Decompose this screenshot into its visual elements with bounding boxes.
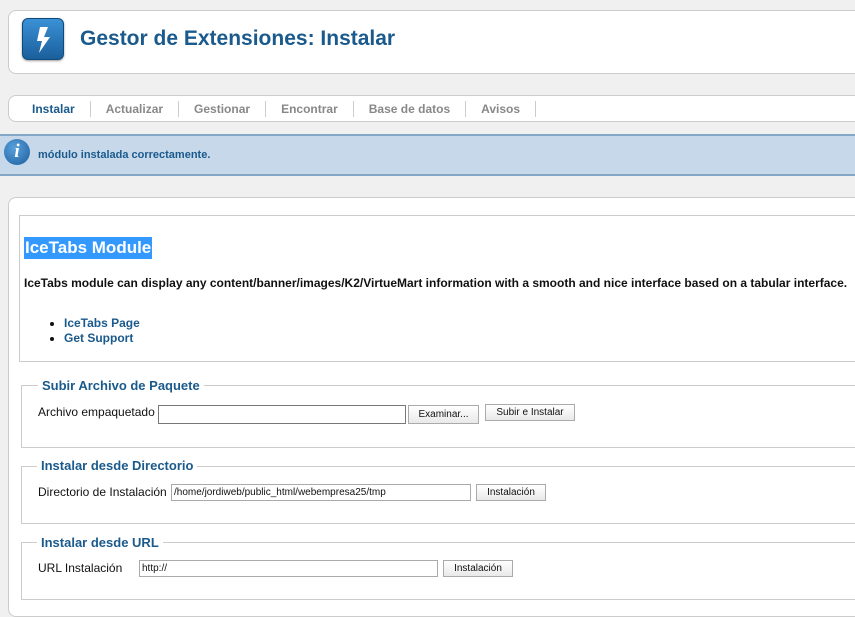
- submenu: Instalar Actualizar Gestionar Encontrar …: [8, 95, 855, 122]
- install-url-button[interactable]: Instalación: [443, 560, 513, 577]
- browse-button[interactable]: Examinar...: [408, 405, 479, 424]
- get-support-link[interactable]: Get Support: [64, 331, 133, 345]
- tab-instalar[interactable]: Instalar: [17, 101, 91, 117]
- page-title: Gestor de Extensiones: Instalar: [80, 27, 396, 50]
- install-url-input[interactable]: [139, 560, 438, 577]
- tab-actualizar[interactable]: Actualizar: [91, 101, 180, 117]
- tab-avisos[interactable]: Avisos: [466, 101, 537, 117]
- extensions-lightning-icon: [22, 18, 64, 60]
- list-item: Get Support: [64, 331, 140, 346]
- message-text: módulo instalada correctamente.: [38, 149, 211, 161]
- install-directory-input[interactable]: [171, 484, 471, 501]
- install-directory-button[interactable]: Instalación: [476, 484, 546, 501]
- install-directory-label: Directorio de Instalación: [38, 485, 167, 499]
- package-file-label: Archivo empaquetado: [38, 405, 155, 419]
- module-links: IceTabs Page Get Support: [40, 316, 140, 346]
- tab-encontrar[interactable]: Encontrar: [266, 101, 354, 117]
- module-description: IceTabs module can display any content/b…: [24, 276, 848, 290]
- module-title: IceTabs Module: [24, 237, 153, 259]
- package-file-input[interactable]: [158, 405, 406, 424]
- upload-install-button[interactable]: Subir e Instalar: [485, 404, 575, 421]
- install-directory-legend: Instalar desde Directorio: [37, 458, 198, 473]
- icetabs-page-link[interactable]: IceTabs Page: [64, 316, 140, 330]
- upload-package-legend: Subir Archivo de Paquete: [38, 378, 204, 393]
- list-item: IceTabs Page: [64, 316, 140, 331]
- tab-base-de-datos[interactable]: Base de datos: [354, 101, 467, 117]
- install-url-legend: Instalar desde URL: [37, 535, 163, 550]
- install-url-label: URL Instalación: [38, 561, 123, 575]
- tab-gestionar[interactable]: Gestionar: [179, 101, 267, 117]
- info-icon: i: [4, 139, 30, 165]
